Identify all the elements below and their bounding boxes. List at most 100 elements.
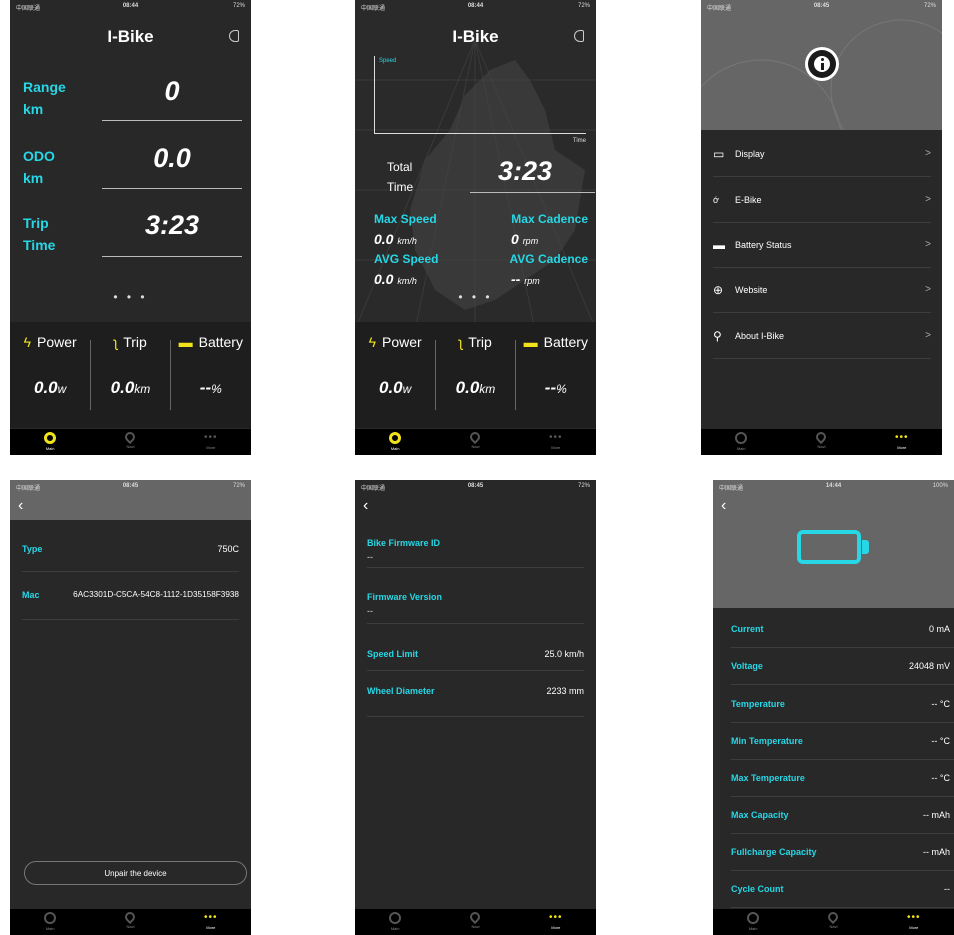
power-column: ϟ Power 0.0w xyxy=(355,334,435,398)
total-time-label: Total Time xyxy=(387,160,414,194)
tab-more[interactable]: ••• More xyxy=(516,429,596,455)
page-title: I-Bike xyxy=(107,27,154,46)
battery-row-voltage: Voltage 24048 mV xyxy=(731,647,954,685)
firmware-version-value: -- xyxy=(367,606,373,616)
power-label: Power xyxy=(382,334,422,350)
screen-more-menu: 中国联通 08:45 72% ▭ Display > ớ E-Bike > ▬ … xyxy=(701,0,942,455)
battery-row-min-temperature: Min Temperature -- °C xyxy=(731,722,954,760)
globe-icon: ⊕ xyxy=(713,282,724,297)
divider xyxy=(367,623,584,624)
avg-speed-value: 0.0 km/h xyxy=(374,271,417,287)
odo-value: 0.0 xyxy=(153,143,191,173)
battery-row-cycle-count: Cycle Count -- xyxy=(731,870,954,908)
battery-icon: ▬ xyxy=(713,237,725,252)
divider xyxy=(22,619,239,620)
type-label: Type xyxy=(22,544,43,554)
chart-y-label: Speed xyxy=(379,58,397,64)
tab-main[interactable]: Main xyxy=(701,429,781,455)
wheel-diameter-value: 2233 mm xyxy=(546,686,584,696)
display-icon: ▭ xyxy=(713,146,725,161)
battery-percent-label: 100% xyxy=(932,483,948,489)
tab-navi[interactable]: Navi xyxy=(435,909,515,935)
headlight-icon[interactable] xyxy=(574,30,584,42)
trip-label: Trip xyxy=(123,334,147,350)
bottom-stats-panel: ϟ Power 0.0w ʅ Trip 0.0km ▬ Battery --% xyxy=(355,322,596,428)
lightning-icon: ϟ xyxy=(368,334,377,350)
battery-column: ▬ Battery --% xyxy=(516,334,596,398)
chart-y-axis xyxy=(374,56,375,133)
menu-item-battery-status[interactable]: ▬ Battery Status > xyxy=(713,222,931,268)
battery-row-max-capacity: Max Capacity -- mAh xyxy=(731,796,954,834)
tab-navi[interactable]: Navi xyxy=(435,429,515,455)
more-icon: ••• xyxy=(204,432,218,443)
tab-more[interactable]: ••• More xyxy=(874,909,954,935)
chevron-right-icon: > xyxy=(925,194,931,205)
tab-bar: Main Navi ••• More xyxy=(701,429,942,455)
tab-more[interactable]: ••• More xyxy=(862,429,942,455)
route-icon: ʅ xyxy=(114,334,118,350)
tab-main[interactable]: Main xyxy=(713,909,793,935)
screen-device-info: 中国联通 08:45 72% ‹ Type 750C Mac 6AC3301D-… xyxy=(10,480,251,935)
speed-limit-label: Speed Limit xyxy=(367,649,419,659)
status-bar: 中国联通 08:44 72% xyxy=(10,0,251,14)
headlight-icon[interactable] xyxy=(229,30,239,42)
main-icon xyxy=(735,432,748,444)
chart-x-axis xyxy=(374,133,586,134)
battery-tip xyxy=(862,540,869,554)
map-pin-icon xyxy=(814,429,829,445)
chevron-right-icon: > xyxy=(925,284,931,295)
tab-main[interactable]: Main xyxy=(10,909,90,935)
status-bar: 中国联通 08:44 72% xyxy=(355,0,596,14)
route-icon: ʅ xyxy=(459,334,463,350)
tab-more[interactable]: ••• More xyxy=(516,909,596,935)
bicycle-icon: ớ xyxy=(713,194,719,205)
battery-label: Battery xyxy=(198,334,243,350)
menu-item-ebike[interactable]: ớ E-Bike > xyxy=(713,177,931,223)
battery-percent-label: 72% xyxy=(577,3,590,9)
unpair-button[interactable]: Unpair the device xyxy=(24,861,247,885)
menu-item-about[interactable]: ⚲ About I-Bike > xyxy=(713,313,931,359)
back-button[interactable]: ‹ xyxy=(721,497,726,515)
battery-icon: ▬ xyxy=(178,334,193,350)
clock-label: 08:44 xyxy=(122,3,139,9)
bottom-stats-panel: ϟ Power 0.0w ʅ Trip 0.0km ▬ Battery --% xyxy=(10,322,251,428)
divider xyxy=(367,716,584,717)
divider xyxy=(102,188,242,189)
divider xyxy=(367,567,584,568)
tab-main[interactable]: Main xyxy=(355,429,435,455)
menu-item-website[interactable]: ⊕ Website > xyxy=(713,267,931,313)
more-icon: ••• xyxy=(549,432,563,443)
tab-more[interactable]: ••• More xyxy=(171,909,251,935)
menu-item-label: About I-Bike xyxy=(735,330,785,341)
menu-item-label: Display xyxy=(735,148,765,159)
battery-percent-label: 72% xyxy=(923,3,936,9)
page-indicator[interactable]: • • • xyxy=(10,290,251,304)
trip-column: ʅ Trip 0.0km xyxy=(435,334,515,398)
screen-battery-status: 中国联通 14:44 100% ‹ Current 0 mA Voltage 240… xyxy=(713,480,954,935)
total-time-value: 3:23 xyxy=(497,156,553,186)
power-column: ϟ Power 0.0w xyxy=(10,334,90,398)
map-pin-icon xyxy=(468,909,483,925)
tab-main[interactable]: Main xyxy=(10,429,90,455)
chart-x-label: Time xyxy=(572,138,586,144)
screen-ebike-info: 中国联通 08:45 72% ‹ Bike Firmware ID -- Fir… xyxy=(355,480,596,935)
tab-navi[interactable]: Navi xyxy=(90,429,170,455)
main-icon xyxy=(44,432,57,444)
mac-label: Mac xyxy=(22,590,40,600)
back-button[interactable]: ‹ xyxy=(363,497,368,515)
tab-navi[interactable]: Navi xyxy=(90,909,170,935)
chevron-right-icon: > xyxy=(925,148,931,159)
tab-main[interactable]: Main xyxy=(355,909,435,935)
status-bar: 中国联通 08:45 72% xyxy=(10,480,251,494)
page-indicator[interactable]: • • • xyxy=(355,290,596,304)
menu-item-display[interactable]: ▭ Display > xyxy=(713,131,931,177)
tab-navi[interactable]: Navi xyxy=(793,909,873,935)
battery-percent-label: 72% xyxy=(232,483,245,489)
clock-label: 14:44 xyxy=(825,483,842,489)
tab-navi[interactable]: Navi xyxy=(781,429,861,455)
clock-label: 08:45 xyxy=(467,483,484,489)
avg-cadence-value: -- rpm xyxy=(511,271,540,287)
tab-more[interactable]: ••• More xyxy=(171,429,251,455)
back-button[interactable]: ‹ xyxy=(18,497,23,515)
max-cadence-label: Max Cadence xyxy=(511,212,588,226)
